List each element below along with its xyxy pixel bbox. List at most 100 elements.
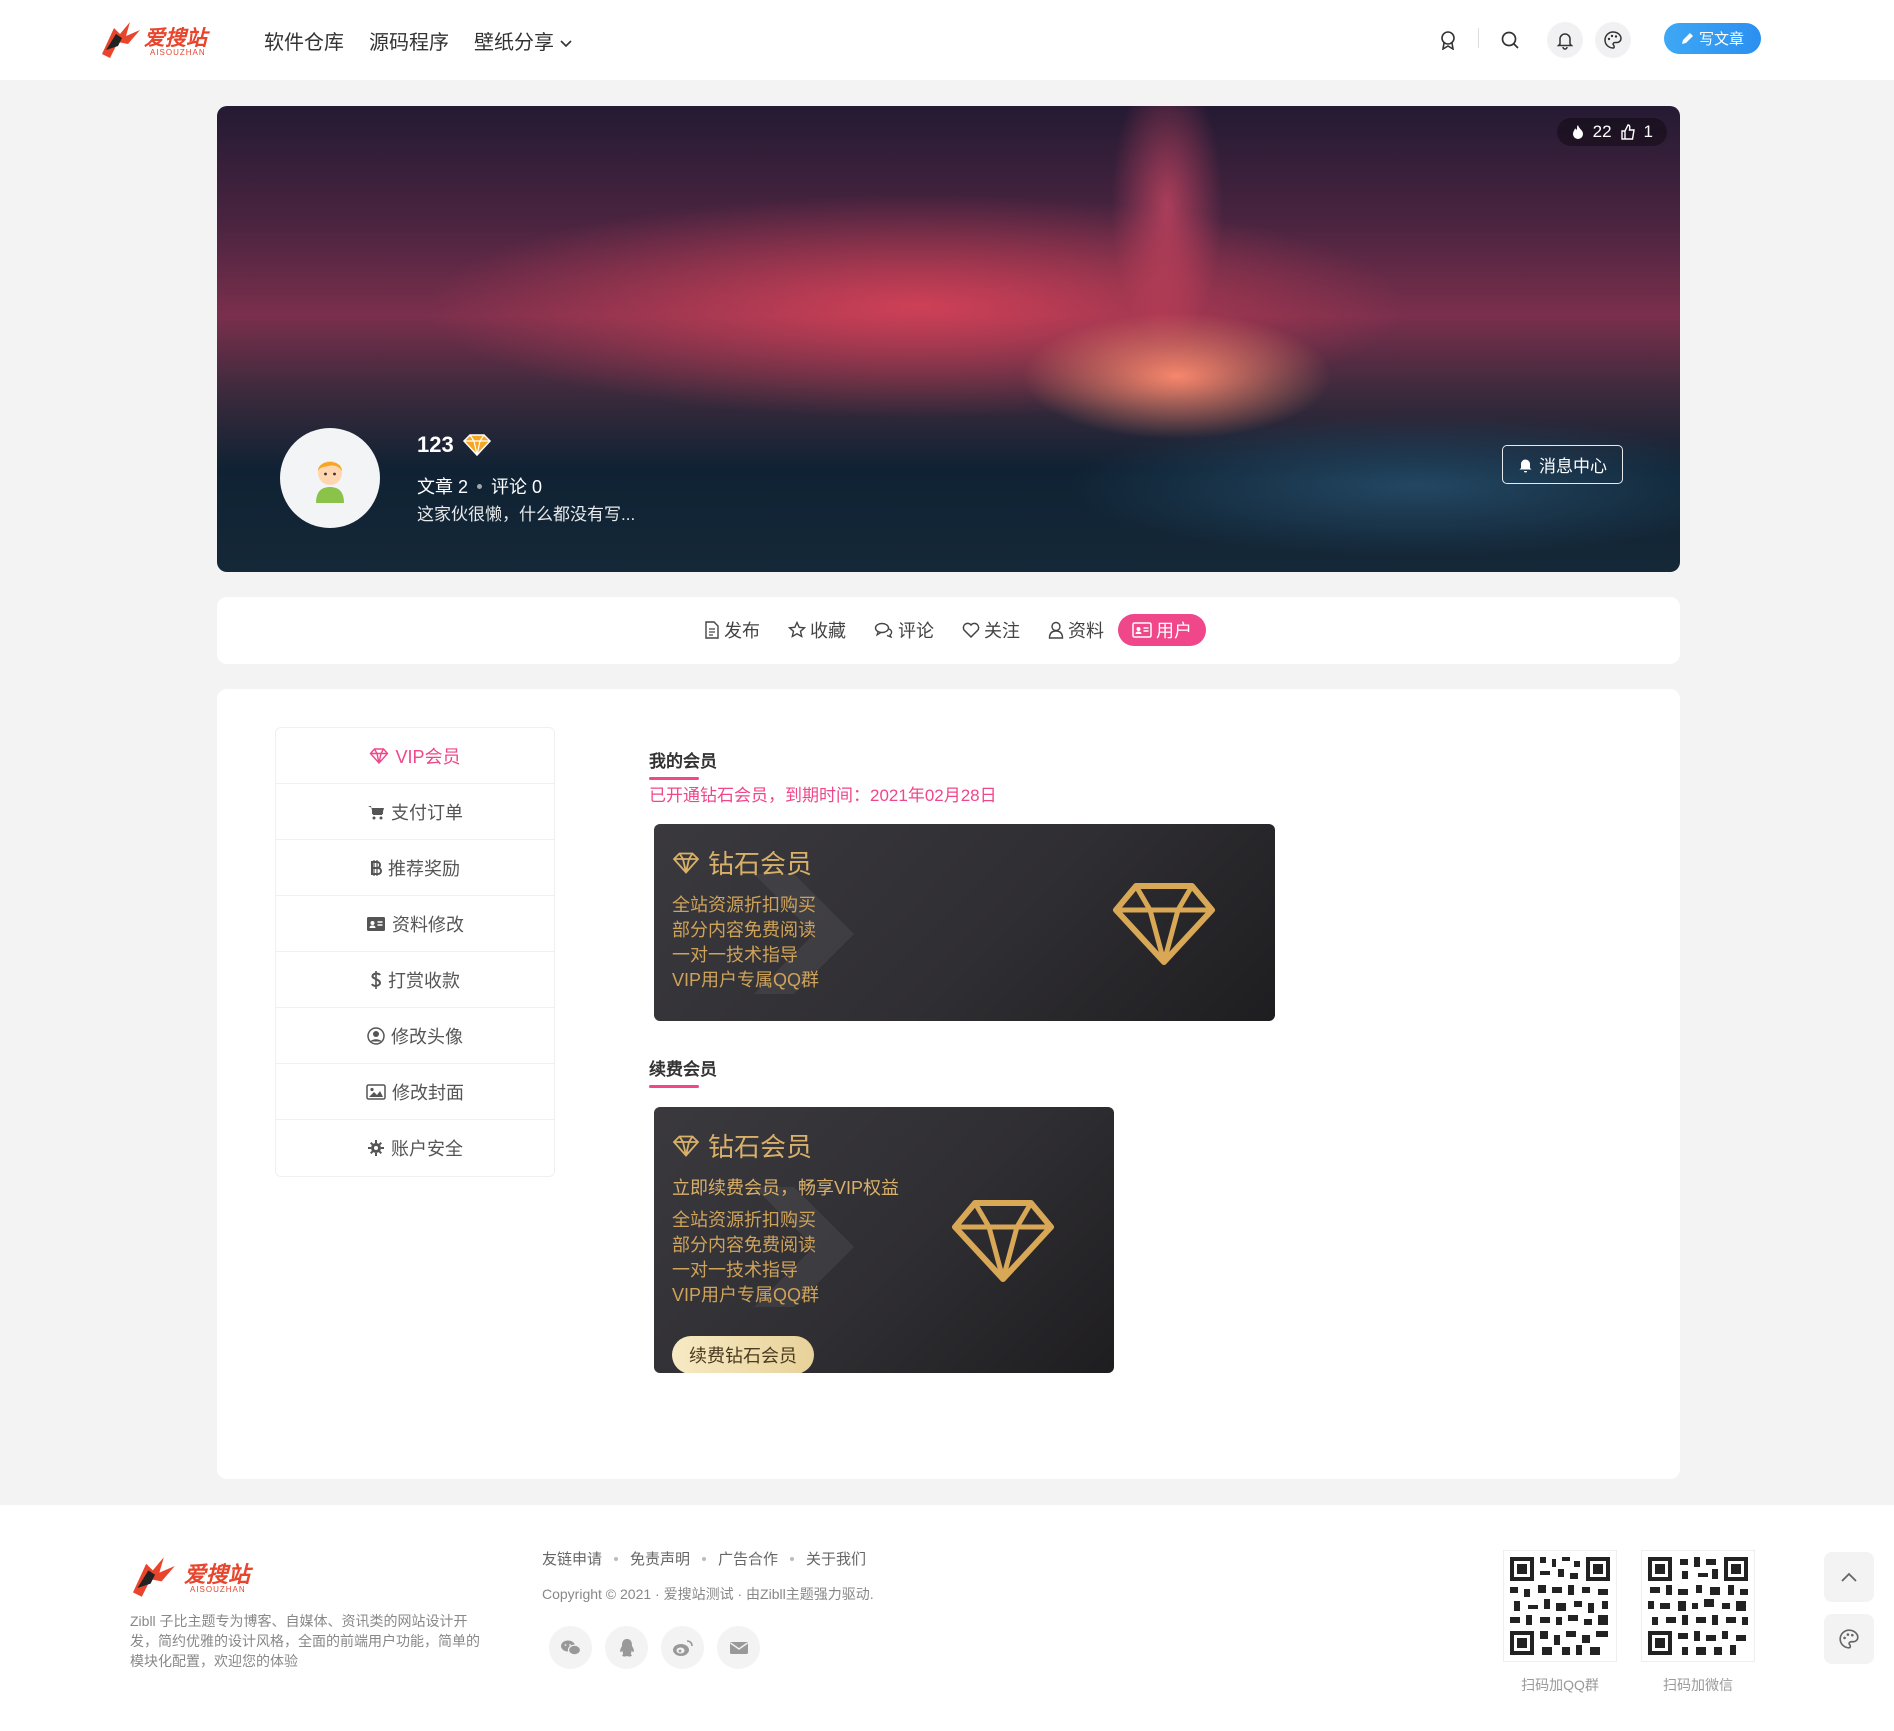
logo-wing-icon [102,22,140,58]
bitcoin-icon [371,859,382,876]
qrcode-image [1504,1551,1616,1661]
vip-card-title: 钻石会员 [672,844,812,881]
user-center-panel: VIP会员 支付订单 推荐奖励 资料修改 打赏收款 修改头像 修改封面 账户安全… [217,689,1680,1479]
menu-item-orders-label: 支付订单 [391,802,463,823]
menu-item-edit-profile-label: 资料修改 [392,914,464,935]
articles-stat[interactable]: 文章 2 [417,473,468,499]
bell-icon [1519,459,1532,472]
vip-benefit: VIP用户专属QQ群 [672,970,820,990]
theme-button[interactable] [1595,22,1631,58]
menu-item-tips[interactable]: 打赏收款 [276,952,554,1008]
chevron-up-icon [1841,1572,1857,1582]
pencil-icon [1681,33,1693,44]
user-center-menu: VIP会员 支付订单 推荐奖励 资料修改 打赏收款 修改头像 修改封面 账户安全 [275,727,555,1177]
search-icon [1492,22,1528,58]
notifications-button[interactable] [1547,22,1583,58]
footer-link-friendlinks[interactable]: 友链申请 [542,1548,602,1569]
menu-item-security-label: 账户安全 [391,1139,463,1159]
menu-item-security[interactable]: 账户安全 [276,1120,554,1176]
avatar[interactable] [280,428,380,528]
profile-username: 123 [417,432,492,458]
palette-icon [1839,1629,1859,1649]
tab-follow-label: 关注 [984,621,1020,641]
logo-subtext: AISOUZHAN [150,48,206,57]
qrcode-image [1642,1551,1754,1661]
footer-logo[interactable]: 爱搜站 AISOUZHAN [130,1553,260,1597]
menu-item-orders[interactable]: 支付订单 [276,784,554,840]
site-footer: 爱搜站 AISOUZHAN Zibll 子比主题专为博客、自媒体、资讯类的网站设… [0,1505,1894,1731]
username-text: 123 [417,432,454,457]
vip-status-text: 已开通钻石会员，到期时间：2021年02月28日 [649,786,997,805]
dot-separator [702,1556,707,1561]
tab-user[interactable]: 用户 [1118,614,1206,646]
menu-item-avatar[interactable]: 修改头像 [276,1008,554,1064]
back-to-top-button[interactable] [1824,1552,1874,1602]
footer-link-ads[interactable]: 广告合作 [718,1548,778,1569]
dollar-icon [371,970,382,989]
footer-link-disclaimer[interactable]: 免责声明 [630,1548,690,1569]
dot-separator [477,483,483,489]
tab-follow[interactable]: 关注 [948,614,1034,646]
profile-cover: 22 1 123 文章 2 评论 0 这家伙很懒，什么都没有写... 消息中心 [217,106,1680,572]
comments-stat[interactable]: 评论 0 [491,473,542,499]
footer-logo-subtext: AISOUZHAN [190,1585,246,1594]
menu-item-cover-label: 修改封面 [392,1082,464,1103]
vip-benefit: 部分内容免费阅读 [672,1235,816,1255]
nav-item-source[interactable]: 源码程序 [369,26,449,55]
wechat-button[interactable] [549,1626,592,1669]
nav-item-wallpaper[interactable]: 壁纸分享 [474,26,572,55]
qq-button[interactable] [605,1626,648,1669]
user-circle-icon [367,1026,385,1045]
id-card-icon [367,916,385,931]
menu-item-vip[interactable]: VIP会员 [276,728,554,784]
footer-description: Zibll 子比主题专为博客、自媒体、资讯类的网站设计开发，简约优雅的设计风格，… [130,1613,480,1669]
menu-item-avatar-label: 修改头像 [391,1026,463,1047]
site-logo[interactable]: 爱搜站 AISOUZHAN [100,20,210,60]
vip-benefit: 全站资源折扣购买 [672,1210,816,1230]
menu-item-rewards[interactable]: 推荐奖励 [276,840,554,896]
menu-item-cover[interactable]: 修改封面 [276,1064,554,1120]
theme-toggle-button[interactable] [1824,1614,1874,1664]
search-button[interactable] [1492,22,1528,58]
footer-link-about[interactable]: 关于我们 [806,1548,866,1569]
email-button[interactable] [717,1626,760,1669]
nav-item-software[interactable]: 软件仓库 [264,26,344,55]
tab-publish[interactable]: 发布 [690,614,774,646]
diamond-icon [672,1135,700,1157]
weibo-button[interactable] [661,1626,704,1669]
renew-card-title-text: 钻石会员 [708,1132,813,1162]
qq-qrcode-label: 扫码加QQ群 [1521,1677,1599,1693]
dot-separator [614,1556,619,1561]
comments-label: 评论 [491,477,528,497]
tab-profile[interactable]: 资料 [1034,614,1118,646]
menu-item-rewards-label: 推荐奖励 [388,858,460,879]
star-icon [788,621,806,638]
profile-tabs-bar: 发布 收藏 评论 关注 资料 用户 [217,597,1680,664]
heart-icon [962,622,980,638]
comments-icon [874,622,893,639]
large-diamond-icon [952,1200,1054,1282]
vip-card-current: 钻石会员 全站资源折扣购买 部分内容免费阅读 一对一技术指导 VIP用户专属QQ… [654,824,1275,1021]
menu-item-edit-profile[interactable]: 资料修改 [276,896,554,952]
message-center-button[interactable]: 消息中心 [1502,445,1623,484]
signin-button[interactable] [1430,22,1466,58]
renew-diamond-button[interactable]: 续费钻石会员 [672,1336,814,1373]
tab-comments[interactable]: 评论 [860,614,948,646]
user-icon [1048,621,1064,639]
diamond-icon [672,852,700,874]
large-diamond-icon [1113,883,1215,965]
gear-icon [368,1140,384,1156]
write-article-button[interactable]: 写文章 [1664,23,1761,54]
footer-social [549,1626,760,1669]
write-article-label: 写文章 [1698,31,1744,48]
medal-icon [1430,22,1466,58]
tab-publish-label: 发布 [724,621,760,641]
user-avatar-icon [316,461,344,503]
renew-subtitle: 立即续费会员，畅享VIP权益 [672,1178,900,1198]
id-card-icon [1132,622,1152,638]
bell-icon [1547,22,1583,58]
fire-icon [1572,125,1583,139]
profile-stats-badge: 22 1 [1556,118,1667,146]
menu-item-tips-label: 打赏收款 [388,970,460,991]
tab-favorites[interactable]: 收藏 [774,614,860,646]
